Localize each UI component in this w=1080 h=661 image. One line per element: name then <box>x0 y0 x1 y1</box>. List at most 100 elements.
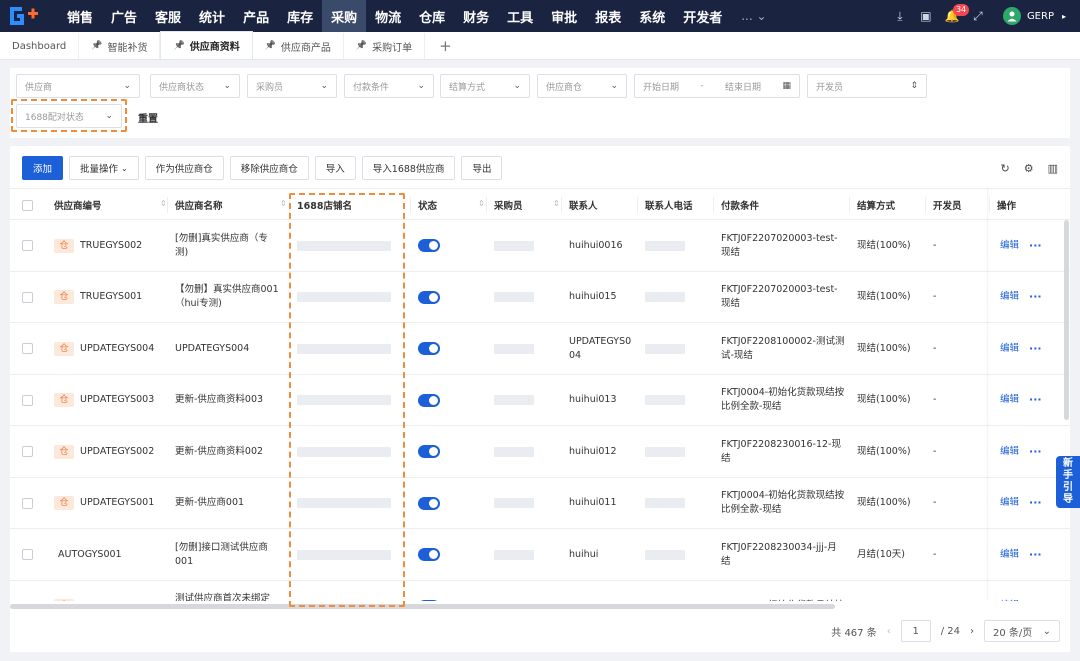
contact-name: huihui015 <box>569 291 617 302</box>
nav-item[interactable]: 客服 <box>146 0 190 32</box>
nav-item[interactable]: 统计 <box>190 0 234 32</box>
more-actions-icon[interactable]: ··· <box>1029 239 1042 253</box>
edit-link[interactable]: 编辑 <box>1000 548 1019 562</box>
app-logo[interactable] <box>0 0 50 32</box>
payment-terms-select[interactable]: 付款条件 ⌄ <box>344 74 434 98</box>
nav-item[interactable]: 审批 <box>542 0 586 32</box>
nav-item[interactable]: 报表 <box>586 0 630 32</box>
horizontal-scrollbar[interactable] <box>10 604 835 609</box>
batch-actions-button[interactable]: 批量操作 ⌄ <box>69 156 139 180</box>
nav-item[interactable]: 仓库 <box>410 0 454 32</box>
sort-icon[interactable]: ⇕ <box>280 199 287 208</box>
nav-more-menu[interactable]: ... ⌄ <box>731 0 776 32</box>
nav-item[interactable]: 广告 <box>102 0 146 32</box>
status-toggle[interactable] <box>418 548 440 561</box>
sort-icon[interactable]: ⇕ <box>478 199 485 208</box>
checkbox[interactable] <box>22 600 33 601</box>
id-card-icon[interactable]: ▣ <box>913 0 939 32</box>
end-date-input[interactable]: 结束日期 <box>725 80 761 93</box>
page-tab[interactable]: 📌 智能补货 <box>79 33 161 59</box>
status-toggle[interactable] <box>418 393 440 407</box>
supplier-code-cell: 仓 SUIHUI0007000 <box>54 581 164 601</box>
checkbox[interactable] <box>22 291 33 303</box>
next-page-icon[interactable]: › <box>970 626 974 637</box>
add-tab-icon[interactable]: + <box>425 33 466 59</box>
more-actions-icon[interactable]: ··· <box>1029 496 1042 510</box>
user-menu[interactable]: GERP ▸ <box>1002 7 1066 25</box>
edit-link[interactable]: 编辑 <box>1000 393 1019 407</box>
edit-link[interactable]: 编辑 <box>1000 599 1019 601</box>
buyer-select[interactable]: 采购员 ⌄ <box>247 74 337 98</box>
page-size-select[interactable]: 20 条/页 ⌄ <box>984 620 1060 642</box>
edit-link[interactable]: 编辑 <box>1000 496 1019 510</box>
edit-link[interactable]: 编辑 <box>1000 445 1019 459</box>
more-actions-icon[interactable]: ··· <box>1029 342 1042 356</box>
download-icon[interactable]: ⤓ <box>887 0 913 32</box>
checkbox[interactable] <box>22 394 33 406</box>
bell-icon[interactable]: 🔔 34 <box>939 0 970 32</box>
status-cell <box>418 323 440 374</box>
page-input[interactable]: 1 <box>900 620 931 642</box>
set-supplier-warehouse-button[interactable]: 作为供应商仓 <box>144 156 224 180</box>
sort-icon[interactable]: ⇕ <box>553 199 560 208</box>
status-toggle[interactable] <box>418 239 440 252</box>
checkbox[interactable] <box>22 446 33 457</box>
reset-button[interactable]: 重置 <box>138 110 158 125</box>
nav-item[interactable]: 采购 <box>322 0 367 32</box>
export-button[interactable]: 导出 <box>461 156 503 180</box>
edit-link[interactable]: 编辑 <box>1000 342 1019 356</box>
supplier-code: UPDATEGYS003 <box>80 394 155 405</box>
nav-item[interactable]: 产品 <box>234 0 278 32</box>
beginner-guide-button[interactable]: 新手引导 <box>1056 456 1080 508</box>
page-tab[interactable]: 📌 采购订单 <box>344 33 426 59</box>
contact-name: huihui013 <box>569 394 617 405</box>
add-button[interactable]: 添加 <box>22 156 64 180</box>
status-toggle[interactable] <box>418 599 440 601</box>
masked-shop-name <box>297 446 391 457</box>
edit-link[interactable]: 编辑 <box>1000 290 1019 304</box>
nav-item[interactable]: 开发者 <box>674 0 731 32</box>
refresh-icon[interactable]: ↻ <box>1001 162 1010 175</box>
import-1688-button[interactable]: 导入1688供应商 <box>361 156 456 180</box>
settlement-select[interactable]: 结算方式 ⌄ <box>440 74 530 98</box>
columns-icon[interactable]: ▥ <box>1048 162 1058 175</box>
nav-item[interactable]: 销售 <box>58 0 102 32</box>
edit-link[interactable]: 编辑 <box>1000 239 1019 253</box>
vertical-scrollbar[interactable] <box>1064 220 1069 420</box>
settings-icon[interactable]: ⚙ <box>1024 162 1034 175</box>
supplier-warehouse-select[interactable]: 供应商仓 ⌄ <box>537 74 627 98</box>
more-actions-icon[interactable]: ··· <box>1029 599 1042 601</box>
nav-item[interactable]: 物流 <box>366 0 410 32</box>
nav-item[interactable]: 工具 <box>498 0 542 32</box>
start-date-input[interactable]: 开始日期 <box>643 80 679 93</box>
checkbox[interactable] <box>22 497 33 509</box>
page-tab[interactable]: 📌 供应商产品 <box>253 33 344 59</box>
status-toggle[interactable] <box>418 342 440 355</box>
more-actions-icon[interactable]: ··· <box>1029 548 1042 562</box>
nav-item[interactable]: 系统 <box>630 0 674 32</box>
more-actions-icon[interactable]: ··· <box>1029 393 1042 407</box>
import-button[interactable]: 导入 <box>314 156 356 180</box>
checkbox[interactable] <box>22 240 33 251</box>
status-toggle[interactable] <box>418 496 440 510</box>
nav-item[interactable]: 库存 <box>278 0 322 32</box>
more-actions-icon[interactable]: ··· <box>1029 290 1042 304</box>
fullscreen-icon[interactable]: ⤢ <box>965 0 991 32</box>
checkbox[interactable] <box>22 343 33 354</box>
prev-page-icon[interactable]: ‹ <box>887 626 891 637</box>
select-all-checkbox[interactable] <box>22 189 33 221</box>
status-toggle[interactable] <box>418 290 440 304</box>
date-range-picker[interactable]: 开始日期 - 结束日期 ▦ <box>634 74 800 98</box>
remove-supplier-warehouse-button[interactable]: 移除供应商仓 <box>229 156 309 180</box>
supplier-select[interactable]: 供应商 ⌄ <box>16 74 140 98</box>
sort-icon[interactable]: ⇕ <box>160 199 167 208</box>
developer-select[interactable]: 开发员 ⇕ <box>807 74 927 98</box>
page-tab[interactable]: 📌 供应商资料 <box>160 31 253 59</box>
checkbox[interactable] <box>22 549 33 560</box>
supplier-status-select[interactable]: 供应商状态 ⌄ <box>150 74 240 98</box>
page-tab[interactable]: Dashboard <box>0 33 80 59</box>
nav-item[interactable]: 财务 <box>454 0 498 32</box>
status-toggle[interactable] <box>418 445 440 458</box>
checkbox[interactable] <box>22 199 33 211</box>
more-actions-icon[interactable]: ··· <box>1029 445 1042 459</box>
